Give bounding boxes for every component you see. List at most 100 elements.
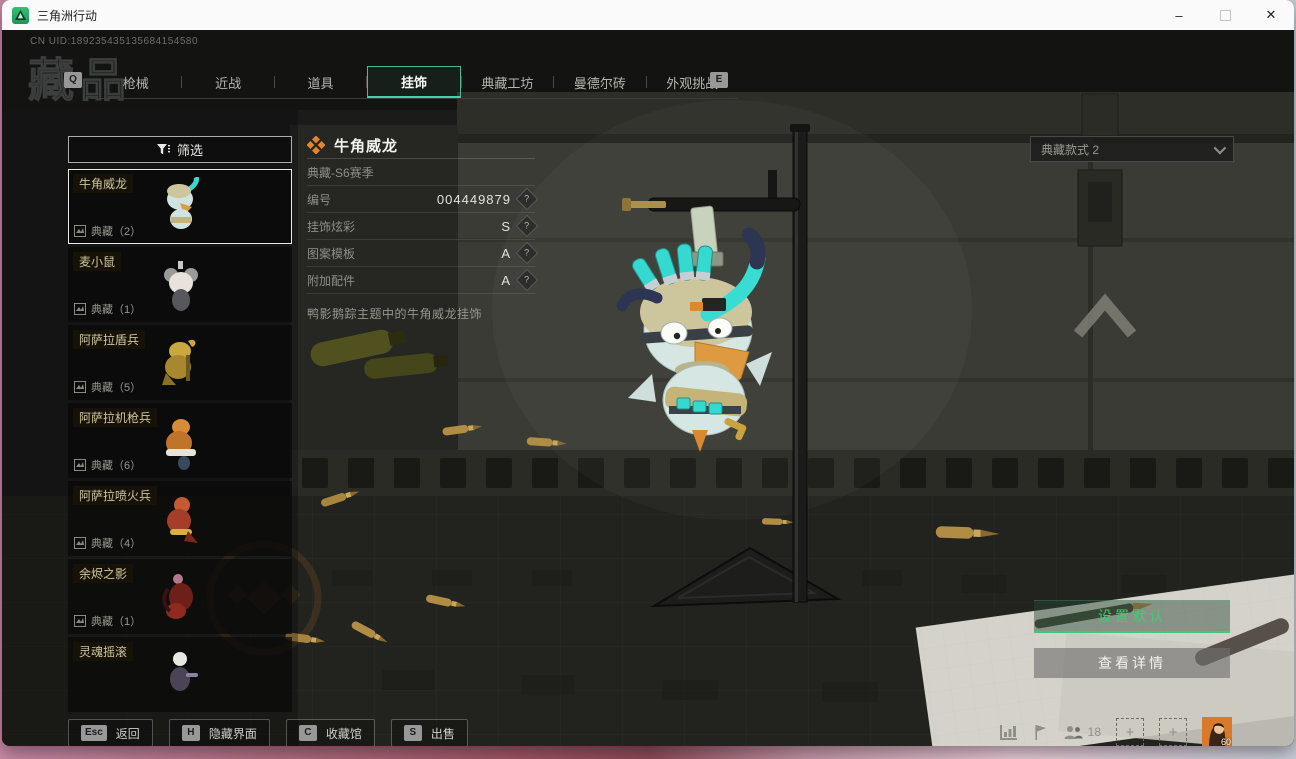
detail-row-colorway: 挂饰炫彩 S ?: [307, 213, 539, 240]
item-thumbnail: [167, 176, 199, 229]
hint-back[interactable]: Esc 返回: [68, 719, 153, 746]
style-dropdown-value: 典藏款式 2: [1041, 142, 1100, 157]
charm-detail-panel: 牛角威龙 典藏-S6赛季 编号 004449879 ? 挂饰炫彩 S ? 图案模…: [307, 132, 539, 322]
c-keycap: C: [298, 725, 317, 741]
detail-row-pattern: 图案模板 A ?: [307, 240, 539, 267]
collection-badge-icon: [74, 225, 86, 237]
view-details-button[interactable]: 查看详情: [1034, 648, 1230, 678]
charm-list: 牛角威龙 典藏（2） 麦小鼠 典藏（1） 阿萨拉盾兵 典藏（5） 阿萨拉机枪兵 …: [68, 169, 292, 741]
collection-badge-icon: [74, 303, 86, 315]
item-name: 麦小鼠: [73, 252, 122, 271]
friends-online[interactable]: 18: [1064, 725, 1101, 740]
help-icon[interactable]: ?: [515, 187, 539, 211]
add-slot-button[interactable]: +: [1159, 718, 1187, 746]
s-keycap: S: [403, 725, 422, 741]
tab-charms[interactable]: 挂饰: [367, 66, 461, 98]
collection-badge: 典藏（5）: [74, 379, 141, 395]
item-name: 阿萨拉喷火兵: [73, 486, 158, 505]
list-item-asala-penhuobing[interactable]: 阿萨拉喷火兵 典藏（4）: [68, 481, 292, 556]
online-count: 18: [1087, 725, 1101, 739]
collection-badge-icon: [74, 459, 86, 471]
item-thumbnail: [162, 573, 193, 619]
row-value: A: [501, 272, 511, 288]
row-label: 挂饰炫彩: [307, 219, 356, 234]
hint-collection-hall[interactable]: C 收藏馆: [285, 719, 375, 746]
row-value: 004449879: [436, 191, 511, 207]
charm-rarity-icon: [307, 136, 325, 154]
item-name: 余烬之影: [73, 564, 134, 583]
hint-label: 收藏馆: [325, 726, 362, 741]
tab-weapons[interactable]: 枪械: [90, 66, 181, 98]
row-value: A: [501, 245, 511, 261]
collection-badge: 典藏（2）: [74, 223, 141, 239]
filter-icon: [156, 143, 170, 154]
friends-icon: [1064, 725, 1083, 739]
list-item-yujin-zhiying[interactable]: 余烬之影 典藏（1）: [68, 559, 292, 634]
style-dropdown[interactable]: 典藏款式 2: [1030, 136, 1234, 162]
hint-sell[interactable]: S 出售: [390, 719, 468, 746]
collection-badge: 典藏（1）: [74, 613, 141, 629]
list-item-asala-jiqiangbing[interactable]: 阿萨拉机枪兵 典藏（6）: [68, 403, 292, 478]
nav-tabs: 枪械 近战 道具 挂饰 典藏工坊 曼德尔砖 外观挑战: [90, 66, 738, 99]
collection-badge-icon: [74, 615, 86, 627]
item-name: 灵魂摇滚: [73, 642, 134, 661]
filter-button[interactable]: 筛选: [68, 136, 292, 163]
window-titlebar: 三角洲行动 – ✕: [2, 0, 1294, 30]
player-avatar[interactable]: 60: [1202, 717, 1232, 746]
item-thumbnail: [170, 651, 198, 691]
nav-next-keycap[interactable]: E: [710, 72, 728, 88]
game-content: CN UID:189235435135684154580 藏品 Q 枪械 近战 …: [2, 30, 1294, 746]
list-item-linghun-yaogun[interactable]: 灵魂摇滚: [68, 637, 292, 712]
tab-items[interactable]: 道具: [275, 66, 366, 98]
item-name: 阿萨拉盾兵: [73, 330, 146, 349]
hint-label: 隐藏界面: [208, 726, 257, 741]
list-item-mai-xiaoshu[interactable]: 麦小鼠 典藏（1）: [68, 247, 292, 322]
row-label: 附加配件: [307, 273, 356, 288]
tab-collection-workshop[interactable]: 典藏工坊: [462, 66, 553, 98]
tab-mandel-brick[interactable]: 曼德尔砖: [554, 66, 645, 98]
help-icon[interactable]: ?: [515, 214, 539, 238]
h-keycap: H: [181, 725, 200, 741]
hint-hide-ui[interactable]: H 隐藏界面: [168, 719, 270, 746]
minimize-button[interactable]: –: [1156, 0, 1202, 30]
filter-label: 筛选: [176, 143, 203, 158]
row-value: S: [501, 218, 511, 234]
row-label: 编号: [307, 192, 332, 207]
help-icon[interactable]: ?: [515, 268, 539, 292]
item-name: 阿萨拉机枪兵: [73, 408, 158, 427]
item-thumbnail: [167, 496, 198, 543]
detail-row-accessory: 附加配件 A ?: [307, 267, 539, 294]
collection-badge-icon: [74, 537, 86, 549]
help-icon[interactable]: ?: [515, 241, 539, 265]
item-thumbnail: [166, 418, 196, 470]
tab-melee[interactable]: 近战: [182, 66, 273, 98]
collection-badge: 典藏（6）: [74, 457, 141, 473]
hint-label: 出售: [430, 726, 455, 741]
item-thumbnail: [162, 339, 196, 385]
charm-description: 鸭影鹅踪主题中的牛角威龙挂饰: [307, 307, 483, 321]
charm-sidebar: 筛选 牛角威龙 典藏（2） 麦小鼠 典藏（1） 阿萨拉盾兵 典藏（5） 阿萨拉机…: [68, 136, 292, 741]
flag-icon[interactable]: [1033, 724, 1049, 741]
game-window: 三角洲行动 – ✕ CN UID:189235435135684154580 Q…: [2, 0, 1294, 746]
nav-prev-keycap[interactable]: Q: [64, 72, 82, 88]
list-item-niujiao-weilong[interactable]: 牛角威龙 典藏（2）: [68, 169, 292, 244]
top-nav: Q 枪械 近战 道具 挂饰 典藏工坊 曼德尔砖 外观挑战 E: [2, 66, 1294, 100]
esc-keycap: Esc: [81, 725, 107, 741]
charm-title: 牛角威龙: [334, 137, 399, 155]
set-default-button[interactable]: 设置默认: [1034, 600, 1230, 633]
stats-icon[interactable]: [999, 724, 1018, 740]
hint-label: 返回: [115, 726, 140, 741]
row-label: 图案模板: [307, 246, 356, 261]
collection-badge: 典藏（4）: [74, 535, 141, 551]
item-name: 牛角威龙: [73, 174, 134, 193]
charm-season: 典藏-S6赛季: [307, 159, 535, 186]
social-bar: 18 + + 60: [999, 717, 1232, 746]
collection-badge: 典藏（1）: [74, 301, 141, 317]
window-title: 三角洲行动: [37, 8, 98, 23]
add-slot-button[interactable]: +: [1116, 718, 1144, 746]
close-button[interactable]: ✕: [1248, 0, 1294, 30]
bottom-key-hints: Esc 返回 H 隐藏界面 C 收藏馆 S 出售: [68, 719, 468, 746]
detail-row-serial: 编号 004449879 ?: [307, 186, 539, 213]
maximize-button[interactable]: [1202, 0, 1248, 30]
list-item-asala-dunbing[interactable]: 阿萨拉盾兵 典藏（5）: [68, 325, 292, 400]
